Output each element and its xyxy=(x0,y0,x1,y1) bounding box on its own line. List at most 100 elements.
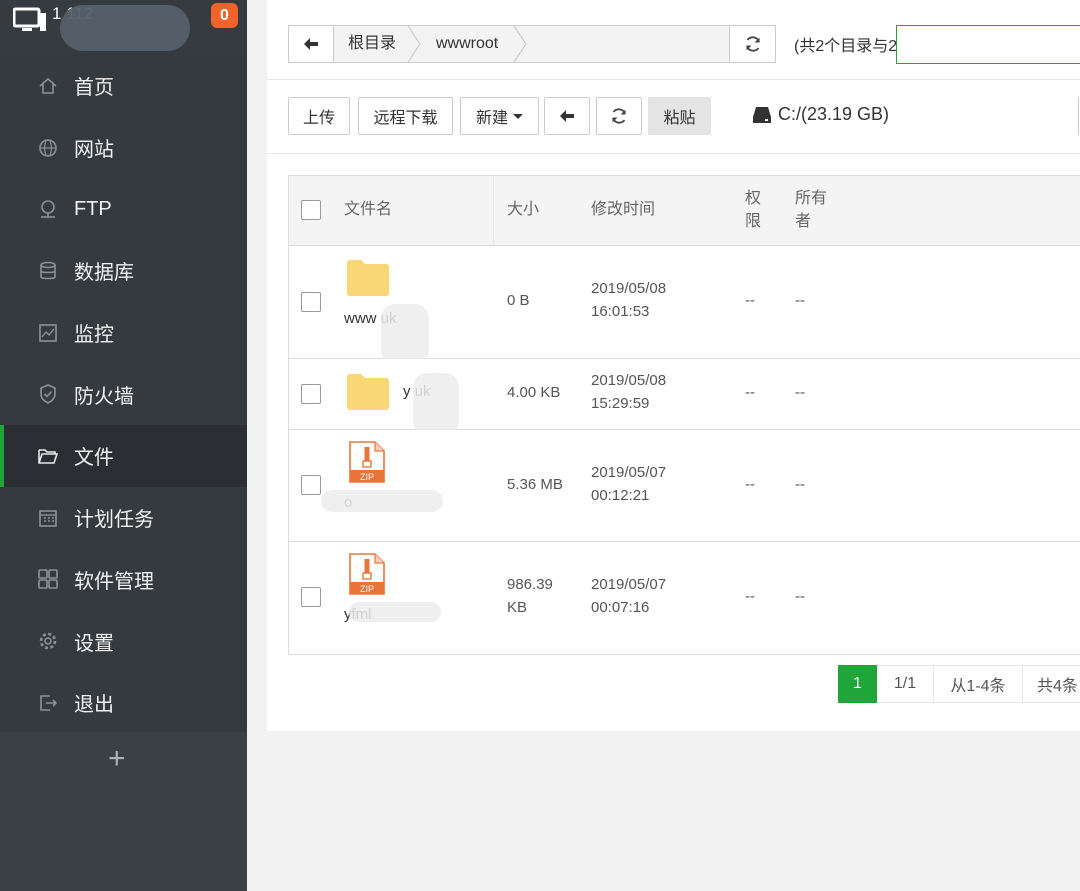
add-server-button[interactable]: + xyxy=(108,742,126,776)
file-time: 00:12:21 xyxy=(591,487,650,504)
page-current[interactable]: 1 xyxy=(838,665,877,703)
menu-item-home[interactable]: 首页 xyxy=(0,55,247,117)
folder-icon xyxy=(37,445,59,467)
column-name[interactable]: 文件名 xyxy=(344,198,392,221)
refresh-icon xyxy=(745,36,760,52)
home-icon xyxy=(37,75,59,97)
menu-label: 软件管理 xyxy=(74,570,154,593)
menu-label: 计划任务 xyxy=(74,509,154,532)
pagination: 1 1/1 从1-4条 共4条 xyxy=(838,665,1080,703)
redacted-name xyxy=(413,373,459,435)
file-permission: -- xyxy=(745,588,755,605)
search-input[interactable] xyxy=(896,25,1080,64)
menu-item-firewall[interactable]: 防火墙 xyxy=(0,363,247,425)
menu-item-files[interactable]: 文件 xyxy=(0,425,247,487)
main-menu: 首页 网站 FTP 数据库 监控 防火墙 文件 计划任务 软件管理 设置 退出 xyxy=(0,55,247,732)
path-back-button[interactable] xyxy=(289,26,334,62)
globe-icon xyxy=(37,137,59,159)
file-size: 0 B xyxy=(507,292,530,309)
page-count: 1/1 xyxy=(877,665,934,703)
column-divider xyxy=(493,176,494,245)
table-row[interactable]: y uk 4.00 KB 2019/05/08 15:29:59 -- -- xyxy=(289,359,1080,435)
server-header: 1 112 0 xyxy=(0,0,247,55)
page-total: 共4条 xyxy=(1023,665,1080,703)
path-refresh-button[interactable] xyxy=(729,25,776,63)
menu-item-database[interactable]: 数据库 xyxy=(0,240,247,302)
column-permission: 权限 xyxy=(745,190,762,230)
menu-item-software[interactable]: 软件管理 xyxy=(0,549,247,611)
redacted-name xyxy=(381,304,429,364)
menu-label: 网站 xyxy=(74,139,114,162)
breadcrumb-current[interactable]: wwwroot xyxy=(436,26,498,62)
monitor-icon xyxy=(13,7,46,31)
menu-item-logout[interactable]: 退出 xyxy=(0,672,247,734)
new-label: 新建 xyxy=(475,110,508,127)
menu-item-settings[interactable]: 设置 xyxy=(0,610,247,672)
file-owner: -- xyxy=(795,384,805,401)
breadcrumb-root[interactable]: 根目录 xyxy=(348,26,396,62)
breadcrumb-separator xyxy=(513,26,527,62)
monitor-chart-icon xyxy=(37,322,59,344)
refresh-button[interactable] xyxy=(596,97,642,135)
calendar-icon xyxy=(37,507,59,529)
file-owner: -- xyxy=(795,476,805,493)
menu-label: 文件 xyxy=(74,447,114,470)
zip-file-icon: ZIP xyxy=(349,553,385,595)
file-date: 2019/05/07 xyxy=(591,464,667,481)
file-owner: -- xyxy=(795,292,805,309)
file-time: 15:29:59 xyxy=(591,395,650,412)
disk-info[interactable]: C:/(23.19 GB) xyxy=(752,104,889,125)
menu-item-monitor[interactable]: 监控 xyxy=(0,302,247,364)
arrow-left-icon xyxy=(560,110,574,122)
row-checkbox[interactable] xyxy=(301,292,321,312)
message-count-badge[interactable]: 0 xyxy=(211,3,238,28)
table-header: 文件名 大小 修改时间 权限 所有者 xyxy=(289,176,1080,246)
menu-label: 设置 xyxy=(74,632,114,655)
new-dropdown-button[interactable]: 新建 xyxy=(460,97,539,135)
database-icon xyxy=(37,260,59,282)
table-row[interactable]: ZIP o 5.36 MB 2019/05/07 00:12:21 -- -- xyxy=(289,430,1080,542)
table-row[interactable]: www uk 0 B 2019/05/08 16:01:53 -- -- xyxy=(289,246,1080,364)
menu-label: 防火墙 xyxy=(74,385,134,408)
menu-label: 首页 xyxy=(74,77,114,100)
svg-text:ZIP: ZIP xyxy=(360,472,374,482)
select-all-checkbox[interactable] xyxy=(301,200,321,220)
grid-icon xyxy=(37,568,59,590)
remote-download-button[interactable]: 远程下载 xyxy=(358,97,453,135)
disk-label: C:/(23.19 GB) xyxy=(778,104,890,124)
menu-label: 监控 xyxy=(74,324,114,347)
sidebar: 1 112 0 首页 网站 FTP 数据库 监控 防火墙 xyxy=(0,0,247,891)
file-permission: -- xyxy=(745,384,755,401)
file-permission: -- xyxy=(745,476,755,493)
redacted-ip xyxy=(60,5,190,51)
menu-label: 数据库 xyxy=(74,262,134,285)
menu-item-website[interactable]: 网站 xyxy=(0,117,247,179)
table-row[interactable]: ZIP yfml 986.39 KB 2019/05/07 00:07:16 -… xyxy=(289,542,1080,653)
file-date: 2019/05/08 xyxy=(591,280,667,297)
paste-button[interactable]: 粘贴 xyxy=(648,97,711,135)
file-date: 2019/05/08 xyxy=(591,372,667,389)
upload-button[interactable]: 上传 xyxy=(288,97,350,135)
column-size[interactable]: 大小 xyxy=(507,198,539,221)
menu-item-ftp[interactable]: FTP xyxy=(0,178,247,240)
redacted-name xyxy=(349,602,441,622)
file-size: 986.39 KB xyxy=(507,576,553,616)
ftp-icon xyxy=(37,198,59,220)
file-size: 5.36 MB xyxy=(507,476,563,493)
page-range: 从1-4条 xyxy=(934,665,1023,703)
hard-drive-icon xyxy=(753,106,771,123)
zip-file-icon: ZIP xyxy=(349,441,385,483)
directory-summary: (共2个目录与2 xyxy=(794,38,898,55)
row-checkbox[interactable] xyxy=(301,384,321,404)
menu-item-cron[interactable]: 计划任务 xyxy=(0,487,247,549)
path-breadcrumb: 根目录 wwwroot xyxy=(288,25,730,63)
back-button[interactable] xyxy=(544,97,590,135)
column-mtime[interactable]: 修改时间 xyxy=(591,198,655,221)
row-checkbox[interactable] xyxy=(301,587,321,607)
refresh-icon xyxy=(612,108,626,124)
column-owner: 所有者 xyxy=(795,190,828,230)
breadcrumb-separator xyxy=(407,26,421,62)
row-checkbox[interactable] xyxy=(301,475,321,495)
menu-label: 退出 xyxy=(74,694,114,717)
file-time: 00:07:16 xyxy=(591,599,650,616)
